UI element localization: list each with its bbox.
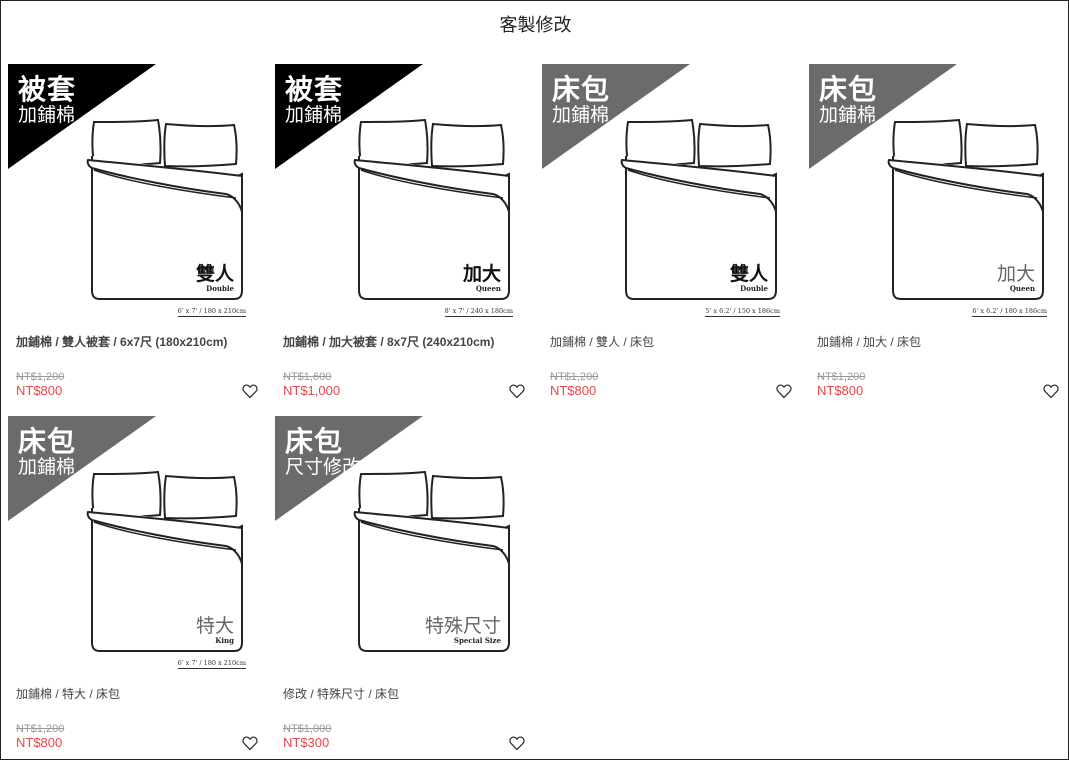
product-card-6[interactable]: 床包 尺寸修改 特殊尺寸 Special Size 修改 / 特殊尺寸 / 床包… [275,416,531,756]
original-price: NT$1,200 [16,371,65,383]
product-image[interactable]: 被套 加鋪棉 加大 Queen 8' x 7' / 240 x 180cm [275,64,515,321]
dimensions-label: 8' x 7' / 240 x 180cm [444,307,513,317]
product-name[interactable]: 加鋪棉 / 雙人 / 床包 [550,333,654,350]
badge-subtitle: 加鋪棉 [819,105,877,126]
size-label-zh: 雙人 [195,264,234,285]
page-frame: 客製修改 被套 加鋪棉 雙人 Double 6' x 7' / 180 x 21… [0,0,1069,760]
badge-subtitle: 加鋪棉 [552,105,610,126]
product-card-2[interactable]: 被套 加鋪棉 加大 Queen 8' x 7' / 240 x 180cm 加鋪… [275,64,531,404]
size-label-zh: 特殊尺寸 [424,616,501,637]
product-image[interactable]: 被套 加鋪棉 雙人 Double 6' x 7' / 180 x 210cm [8,64,248,321]
heart-icon[interactable] [509,736,525,751]
page-title: 客製修改 [499,15,572,35]
heart-icon[interactable] [1043,384,1059,399]
product-card-1[interactable]: 被套 加鋪棉 雙人 Double 6' x 7' / 180 x 210cm 加… [8,64,264,404]
product-name[interactable]: 加鋪棉 / 雙人被套 / 6x7尺 (180x210cm) [16,333,227,350]
size-label-zh: 特大 [195,616,234,637]
size-label-en: King [215,636,234,645]
sale-price: NT$800 [550,383,597,398]
product-name[interactable]: 加鋪棉 / 加大 / 床包 [817,333,921,350]
size-label-zh: 加大 [462,264,501,285]
size-label-en: Double [740,284,768,293]
dimensions-label: 6' x 7' / 180 x 210cm [177,659,246,669]
product-card-5[interactable]: 床包 加鋪棉 特大 King 6' x 7' / 180 x 210cm 加鋪棉… [8,416,264,756]
size-label-en: Double [206,284,234,293]
badge-subtitle: 加鋪棉 [18,105,76,126]
dimensions-label: 6' x 6.2' / 180 x 186cm [972,307,1047,317]
badge-subtitle: 尺寸修改 [285,457,362,478]
product-name[interactable]: 加鋪棉 / 加大被套 / 8x7尺 (240x210cm) [283,333,494,350]
sale-price: NT$1,000 [283,383,341,398]
sale-price: NT$300 [283,735,330,750]
original-price: NT$1,000 [283,723,332,735]
product-image[interactable]: 床包 加鋪棉 雙人 Double 5' x 6.2' / 150 x 186cm [542,64,782,321]
sale-price: NT$800 [16,383,63,398]
badge-subtitle: 加鋪棉 [285,105,343,126]
product-card-4[interactable]: 床包 加鋪棉 加大 Queen 6' x 6.2' / 180 x 186cm … [809,64,1065,404]
sale-price: NT$800 [16,735,63,750]
badge-subtitle: 加鋪棉 [18,457,76,478]
product-image[interactable]: 床包 加鋪棉 特大 King 6' x 7' / 180 x 210cm [8,416,248,673]
heart-icon[interactable] [776,384,792,399]
heart-icon[interactable] [242,736,258,751]
size-label-en: Special Size [453,636,501,645]
product-image[interactable]: 床包 加鋪棉 加大 Queen 6' x 6.2' / 180 x 186cm [809,64,1049,321]
heart-icon[interactable] [242,384,258,399]
product-name[interactable]: 修改 / 特殊尺寸 / 床包 [283,685,399,702]
size-label-en: Queen [475,284,501,293]
product-card-3[interactable]: 床包 加鋪棉 雙人 Double 5' x 6.2' / 150 x 186cm… [542,64,798,404]
original-price: NT$1,200 [817,371,866,383]
original-price: NT$1,200 [550,371,599,383]
original-price: NT$1,600 [283,371,332,383]
heart-icon[interactable] [509,384,525,399]
product-image[interactable]: 床包 尺寸修改 特殊尺寸 Special Size [275,416,515,673]
original-price: NT$1,200 [16,723,65,735]
sale-price: NT$800 [817,383,864,398]
size-label-en: Queen [1009,284,1035,293]
product-name[interactable]: 加鋪棉 / 特大 / 床包 [16,685,120,702]
dimensions-label: 5' x 6.2' / 150 x 186cm [705,307,780,317]
size-label-zh: 雙人 [729,264,768,285]
dimensions-label: 6' x 7' / 180 x 210cm [177,307,246,317]
size-label-zh: 加大 [996,264,1035,285]
